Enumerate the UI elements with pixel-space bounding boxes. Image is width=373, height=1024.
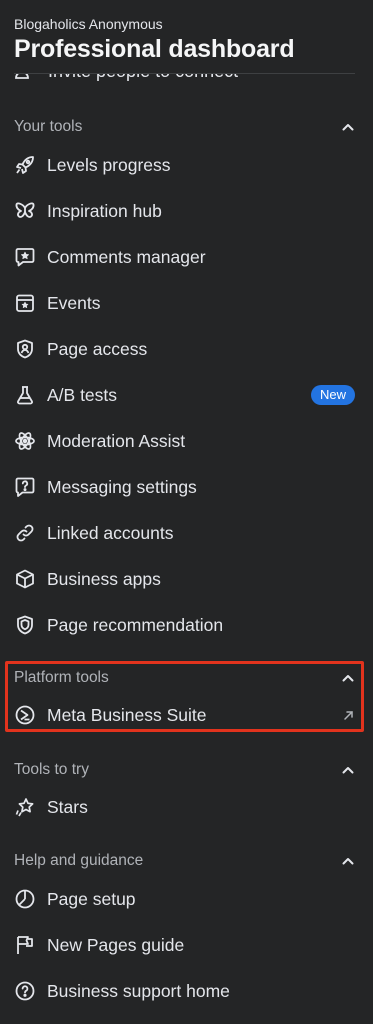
butterfly-icon (14, 200, 36, 222)
list-item-comments-manager[interactable]: Comments manager (14, 240, 355, 274)
section-label: Your tools (14, 118, 83, 135)
section-your-tools[interactable]: Your tools (14, 115, 355, 139)
chevron-up-icon[interactable] (341, 120, 355, 134)
list-item-new-pages-guide[interactable]: New Pages guide (14, 928, 355, 962)
calendar-star-icon (14, 292, 36, 314)
list-item-page-recommendation[interactable]: Page recommendation (14, 608, 355, 642)
meta-business-suite-icon (14, 704, 36, 726)
chevron-up-icon[interactable] (341, 763, 355, 777)
item-label: Stars (47, 796, 88, 817)
list-item-inspiration-hub[interactable]: Inspiration hub (14, 194, 355, 228)
list-item-messaging-settings[interactable]: Messaging settings (14, 470, 355, 504)
new-badge: New (310, 385, 355, 405)
link-icon (14, 522, 36, 544)
item-label: Events (47, 292, 101, 313)
dashboard-header: Blogaholics Anonymous Professional dashb… (0, 0, 373, 74)
item-label: Page recommendation (47, 614, 224, 635)
question-circle-icon (14, 980, 36, 1002)
external-link-icon (341, 708, 355, 722)
list-item-stars[interactable]: Stars (14, 790, 355, 824)
item-label: New Pages guide (47, 934, 185, 955)
pie-chart-icon (14, 888, 36, 910)
chevron-up-icon[interactable] (341, 854, 355, 868)
item-label: Linked accounts (47, 522, 174, 543)
item-label: Comments manager (47, 246, 206, 267)
list-item-page-setup[interactable]: Page setup (14, 882, 355, 916)
shield-badge-icon (14, 614, 36, 636)
list-item-meta-business-suite[interactable]: Meta Business Suite (14, 698, 355, 732)
shield-person-icon (14, 338, 36, 360)
item-label: Page setup (47, 888, 136, 909)
item-label: A/B tests (47, 384, 118, 405)
page-name: Blogaholics Anonymous (14, 16, 163, 32)
item-label: Page access (47, 338, 148, 359)
list-item-levels-progress[interactable]: Levels progress (14, 148, 355, 182)
section-platform-tools[interactable]: Platform tools (14, 666, 355, 690)
item-label: Moderation Assist (47, 430, 186, 451)
flask-icon (14, 384, 36, 406)
flag-icon (14, 934, 36, 956)
message-question-icon (14, 476, 36, 498)
list-item-moderation-assist[interactable]: Moderation Assist (14, 424, 355, 458)
list-item-linked-accounts[interactable]: Linked accounts (14, 516, 355, 550)
cube-icon (14, 568, 36, 590)
section-tools-to-try[interactable]: Tools to try (14, 758, 355, 782)
comment-star-icon (14, 246, 36, 268)
item-label: Inspiration hub (47, 200, 162, 221)
item-label: Business apps (47, 568, 161, 589)
page-title: Professional dashboard (14, 35, 295, 63)
item-label: Meta Business Suite (47, 704, 207, 725)
rocket-icon (14, 154, 36, 176)
atom-icon (14, 430, 36, 452)
header-divider (14, 73, 355, 74)
section-help-and-guidance[interactable]: Help and guidance (14, 849, 355, 873)
list-item-business-support-home[interactable]: Business support home (14, 974, 355, 1008)
item-label: Business support home (47, 980, 230, 1001)
section-label: Help and guidance (14, 852, 144, 869)
list-item-ab-tests[interactable]: A/B tests New (14, 378, 355, 412)
list-item-events[interactable]: Events (14, 286, 355, 320)
section-label: Tools to try (14, 761, 89, 778)
list-item-business-apps[interactable]: Business apps (14, 562, 355, 596)
section-label: Platform tools (14, 669, 109, 686)
stars-icon (14, 796, 36, 818)
list-item-page-access[interactable]: Page access (14, 332, 355, 366)
item-label: Messaging settings (47, 476, 197, 497)
item-label: Levels progress (47, 154, 171, 175)
chevron-up-icon[interactable] (341, 671, 355, 685)
